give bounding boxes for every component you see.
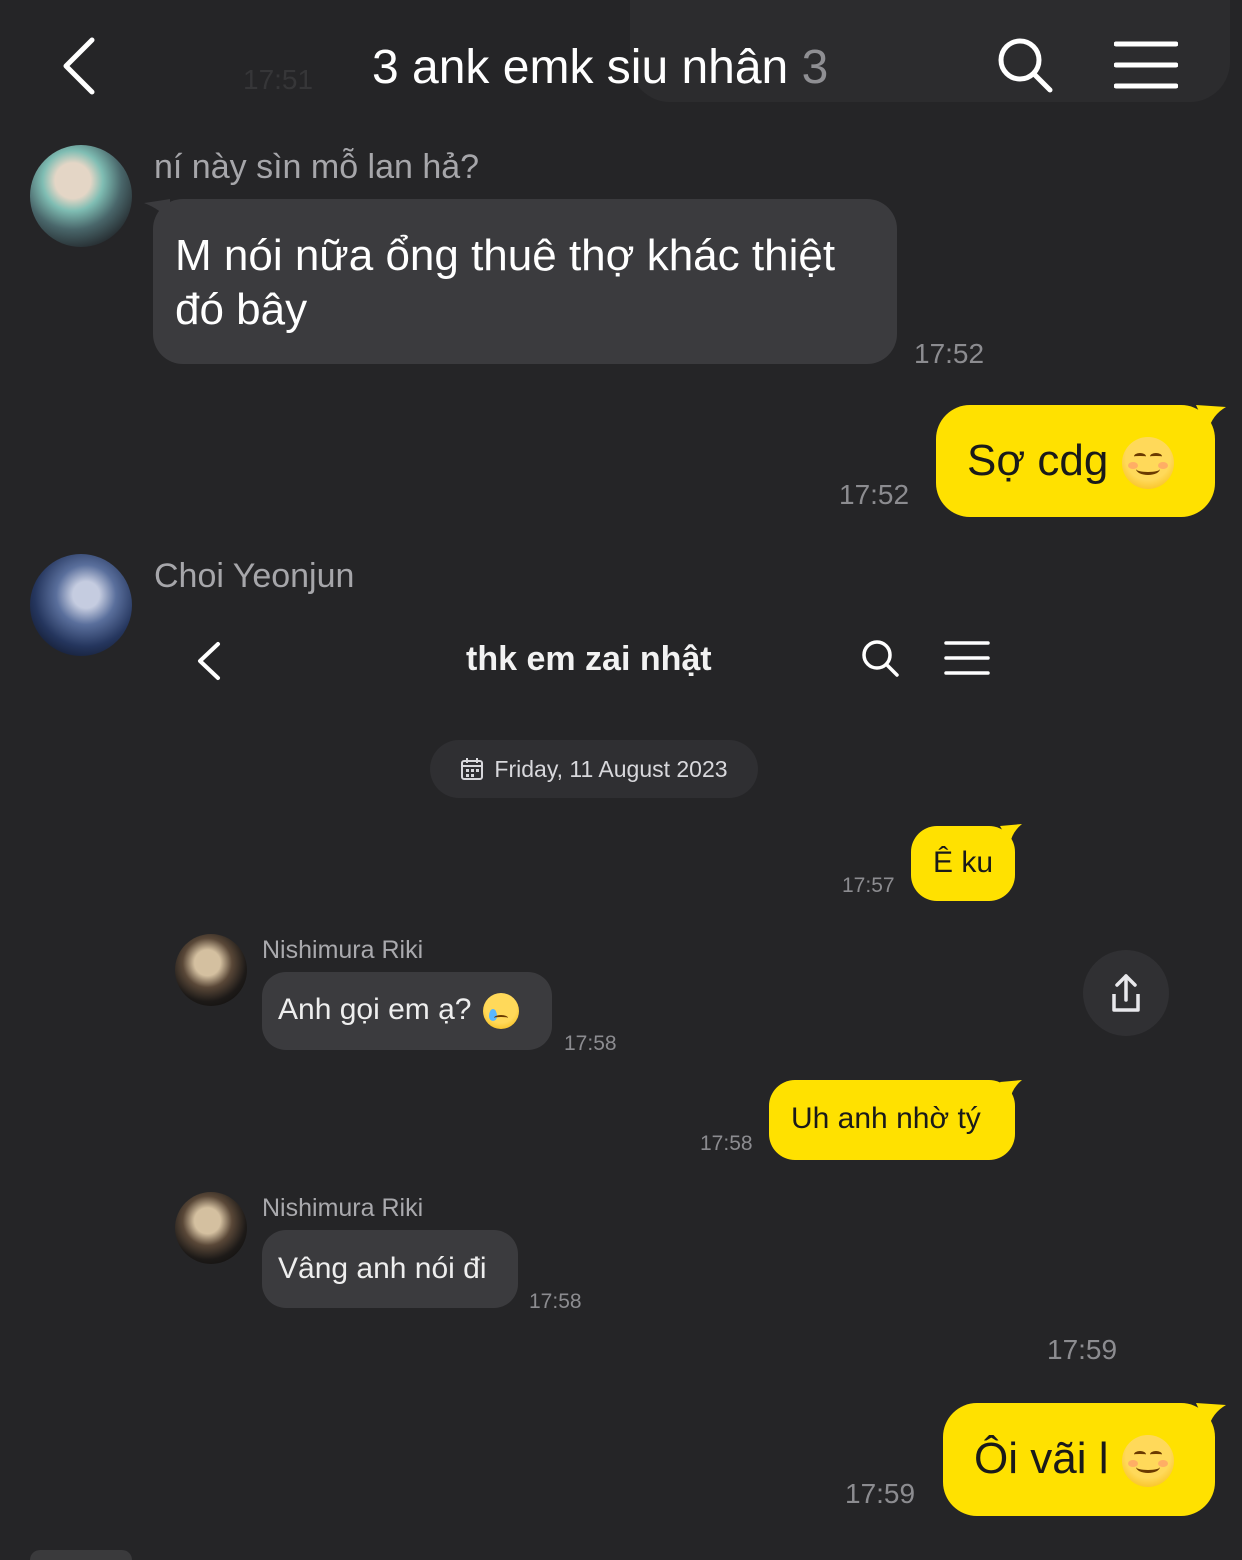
sender-name: Nishimura Riki (262, 936, 424, 964)
message-text: Ê ku (933, 846, 994, 879)
outgoing-message-bubble: Uh anh nhờ tý (769, 1080, 1015, 1160)
message-time: 17:57 (842, 874, 895, 897)
chat-title: 3 ank emk siu nhân 3 (372, 40, 828, 95)
message-text: Uh anh nhờ tý (791, 1102, 981, 1135)
search-icon (862, 640, 899, 677)
sender-name: ní này sìn mỗ lan hả? (154, 148, 480, 186)
sender-name: Choi Yeonjun (154, 557, 355, 595)
message-time: 17:59 (845, 1478, 916, 1509)
inner-chat-title: thk em zai nhật (466, 640, 712, 678)
back-chevron-icon (63, 37, 95, 95)
avatar (175, 934, 247, 1006)
bubble-tail (144, 199, 170, 221)
message-text: Vâng anh nói đi (278, 1252, 487, 1285)
share-icon (1112, 974, 1140, 1012)
menu-icon (944, 641, 990, 675)
incoming-message-bubble: Anh gọi em ạ? (262, 972, 552, 1050)
outgoing-message-bubble[interactable]: Sợ cdg (936, 405, 1215, 517)
message-text: Ôi vãi l (974, 1434, 1109, 1483)
avatar (175, 1192, 247, 1264)
inner-menu (944, 640, 990, 681)
inner-back-button (194, 640, 224, 687)
avatar[interactable] (30, 554, 132, 656)
search-button[interactable] (996, 36, 1054, 94)
message-time: 17:58 (564, 1032, 617, 1055)
outgoing-message-bubble[interactable]: Ôi vãi l (943, 1403, 1215, 1516)
date-separator: Friday, 11 August 2023 (430, 740, 758, 798)
back-button[interactable] (56, 34, 106, 98)
back-chevron-icon (198, 642, 220, 680)
chat-header: 17:51 3 ank emk siu nhân 3 (0, 0, 1242, 130)
chat-title-text: 3 ank emk siu nhân (372, 41, 789, 94)
incoming-message-bubble: Vâng anh nói đi (262, 1230, 518, 1308)
incoming-message-bubble[interactable]: M nói nữa ổng thuê thợ khác thiệt đó bây (153, 199, 897, 364)
message-text-line: đó bây (175, 285, 308, 334)
menu-button[interactable] (1113, 40, 1179, 90)
message-time: 17:58 (529, 1290, 582, 1313)
bubble-tail (1196, 1403, 1226, 1429)
smiling-face-icon (1122, 1435, 1175, 1488)
menu-icon (1113, 41, 1179, 89)
bubble-tail (1196, 405, 1226, 431)
date-text: Friday, 11 August 2023 (494, 755, 728, 782)
calendar-icon (461, 758, 484, 780)
shared-screenshot-image[interactable]: thk em zai nhật Friday, 11 August 2023 1… (160, 610, 1190, 1330)
header-ghost-time: 17:51 (243, 64, 314, 95)
message-time: 17:59 (1047, 1334, 1118, 1365)
avatar[interactable] (30, 1550, 132, 1560)
search-icon (998, 38, 1053, 93)
inner-search (860, 638, 900, 683)
message-time: 17:52 (839, 479, 910, 510)
member-count: 3 (801, 41, 829, 94)
bubble-tail (1000, 1080, 1022, 1100)
crying-face-icon (483, 993, 520, 1030)
smiling-face-icon (1122, 437, 1175, 490)
message-time: 17:58 (700, 1132, 753, 1155)
message-text: Anh gọi em ạ? (278, 993, 472, 1026)
sender-name: Nishimura Riki (262, 1194, 424, 1222)
avatar[interactable] (30, 145, 132, 247)
message-text-line: M nói nữa ổng thuê thợ khác thiệt (175, 231, 836, 280)
share-button (1083, 950, 1169, 1036)
message-time: 17:52 (914, 338, 985, 369)
message-text: Sợ cdg (967, 436, 1109, 485)
bubble-tail (1000, 824, 1022, 844)
